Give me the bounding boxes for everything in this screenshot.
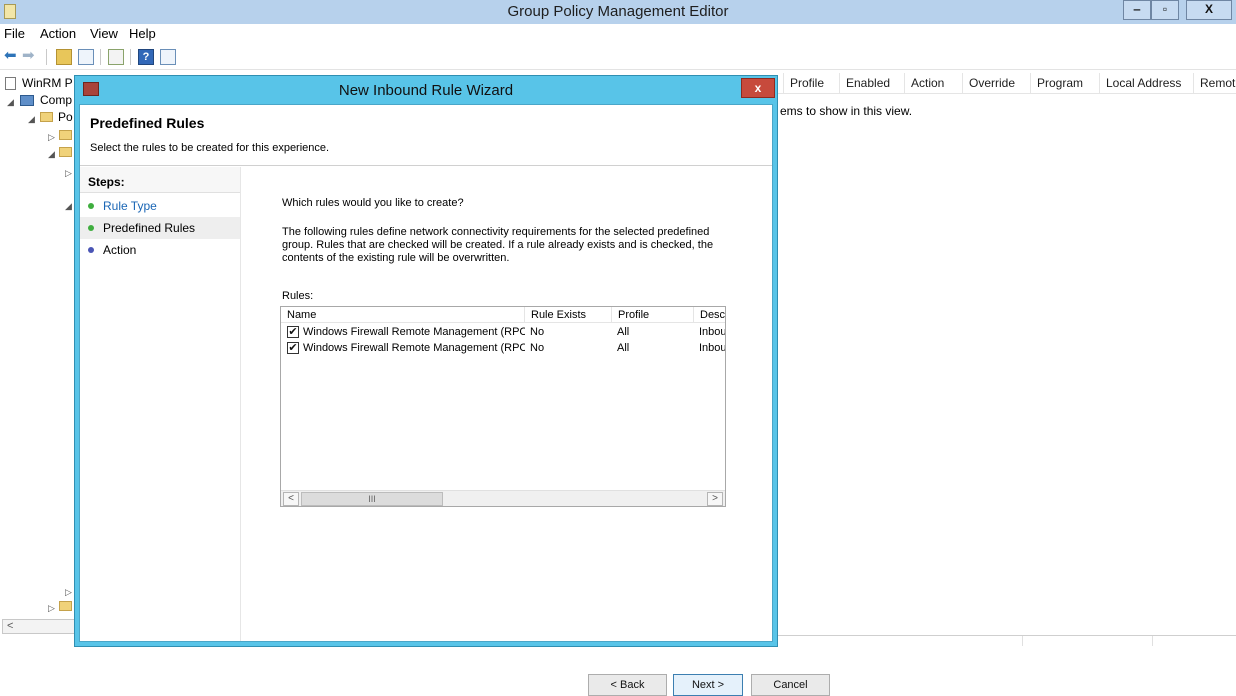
- scroll-right-arrow-icon[interactable]: >: [707, 492, 723, 506]
- minimize-button[interactable]: ‒: [1123, 0, 1151, 20]
- rules-column-description[interactable]: Desc: [693, 307, 725, 323]
- toolbar: ⬅ ➡ ?: [0, 44, 1236, 70]
- folder-icon: [59, 130, 72, 140]
- step-label: Predefined Rules: [103, 221, 196, 235]
- rule-checkbox[interactable]: ✔: [287, 342, 299, 354]
- maximize-button[interactable]: ▫: [1151, 0, 1179, 20]
- policy-document-icon: [5, 77, 16, 90]
- column-action[interactable]: Action: [904, 73, 964, 94]
- empty-list-message: ems to show in this view.: [780, 104, 913, 118]
- step-predefined-rules: Predefined Rules: [80, 217, 240, 239]
- status-bar-segment: [1022, 636, 1023, 646]
- main-titlebar: Group Policy Management Editor ‒ ▫ X: [0, 0, 1236, 24]
- step-rule-type[interactable]: Rule Type: [80, 195, 240, 217]
- step-action: Action: [80, 239, 240, 261]
- collapsed-triangle-icon[interactable]: ▷: [65, 587, 72, 598]
- menu-file[interactable]: File: [4, 26, 25, 41]
- menu-bar: File Action View Help: [0, 24, 1236, 44]
- scroll-left-arrow-icon[interactable]: <: [283, 492, 299, 506]
- expanded-triangle-icon[interactable]: ◢: [48, 149, 55, 160]
- collapsed-triangle-icon[interactable]: ▷: [65, 168, 72, 179]
- steps-title: Steps:: [80, 167, 240, 193]
- status-bar-divider: [778, 635, 1236, 636]
- step-pending-dot-icon: [88, 247, 94, 253]
- computer-config-icon: [20, 95, 34, 106]
- collapsed-triangle-icon[interactable]: ▷: [48, 132, 55, 143]
- toolbar-separator: [100, 49, 101, 65]
- rules-list-header: Name Rule Exists Profile Desc: [281, 307, 725, 323]
- folder-icon: [59, 601, 72, 611]
- toolbar-separator: [130, 49, 131, 65]
- rules-label: Rules:: [282, 290, 314, 302]
- rule-description: Inbou: [699, 342, 725, 354]
- column-enabled[interactable]: Enabled: [839, 73, 904, 94]
- back-arrow-icon[interactable]: ⬅: [4, 48, 18, 65]
- rule-row[interactable]: ✔ Windows Firewall Remote Management (RP…: [281, 324, 725, 340]
- column-override[interactable]: Override: [962, 73, 1030, 94]
- new-inbound-rule-wizard: New Inbound Rule Wizard x Predefined Rul…: [74, 75, 830, 696]
- list-column-headers: Profile Enabled Action Override Program …: [778, 73, 1236, 94]
- rule-profile: All: [617, 326, 630, 338]
- wizard-content: Which rules would you like to create? Th…: [242, 167, 830, 696]
- tree-item-computer[interactable]: Comp: [40, 93, 72, 107]
- rules-horizontal-scrollbar[interactable]: < III >: [281, 490, 725, 506]
- rule-exists: No: [530, 326, 545, 338]
- step-complete-dot-icon: [88, 203, 94, 209]
- menu-view[interactable]: View: [90, 26, 118, 41]
- column-remote[interactable]: Remot: [1193, 73, 1236, 94]
- tree-item-policies[interactable]: Po: [58, 110, 73, 124]
- expanded-triangle-icon[interactable]: ◢: [28, 114, 35, 125]
- wizard-header: Predefined Rules Select the rules to be …: [80, 105, 772, 166]
- show-hide-tree-icon[interactable]: [78, 49, 94, 65]
- wizard-title: New Inbound Rule Wizard: [338, 82, 514, 99]
- scrollbar-thumb[interactable]: III: [301, 492, 443, 506]
- step-label: Rule Type: [103, 199, 157, 213]
- wizard-heading: Predefined Rules: [90, 115, 205, 131]
- rule-name: Windows Firewall Remote Management (RPC): [303, 342, 525, 354]
- expanded-triangle-icon[interactable]: ◢: [7, 97, 14, 108]
- cancel-button[interactable]: Cancel: [751, 674, 830, 696]
- folder-icon: [40, 112, 53, 122]
- properties-view-icon[interactable]: [160, 49, 176, 65]
- step-label: Action: [103, 243, 137, 257]
- export-list-icon[interactable]: [108, 49, 124, 65]
- wizard-body: Predefined Rules Select the rules to be …: [79, 104, 830, 696]
- help-icon[interactable]: ?: [138, 49, 154, 65]
- wizard-close-button[interactable]: x: [741, 78, 775, 98]
- next-button[interactable]: Next >: [673, 674, 743, 696]
- window-title: Group Policy Management Editor: [507, 3, 729, 20]
- scroll-left-arrow-icon[interactable]: <: [7, 620, 13, 632]
- column-program[interactable]: Program: [1030, 73, 1099, 94]
- rule-description: Inbou: [699, 326, 725, 338]
- collapsed-triangle-icon[interactable]: ▷: [48, 603, 55, 614]
- close-button[interactable]: X: [1186, 0, 1232, 20]
- rules-column-profile[interactable]: Profile: [611, 307, 693, 323]
- rule-profile: All: [617, 342, 630, 354]
- rules-column-rule-exists[interactable]: Rule Exists: [524, 307, 611, 323]
- rule-checkbox[interactable]: ✔: [287, 326, 299, 338]
- rule-row[interactable]: ✔ Windows Firewall Remote Management (RP…: [281, 340, 725, 356]
- step-current-dot-icon: [88, 225, 94, 231]
- rules-question: Which rules would you like to create?: [282, 197, 464, 209]
- up-folder-icon[interactable]: [56, 49, 72, 65]
- folder-icon: [59, 147, 72, 157]
- menu-help[interactable]: Help: [129, 26, 156, 41]
- rules-description: The following rules define network conne…: [282, 226, 714, 264]
- rules-column-name[interactable]: Name: [281, 307, 519, 323]
- status-bar-segment: [1152, 636, 1153, 646]
- rules-list[interactable]: Name Rule Exists Profile Desc ✔ Windows …: [280, 306, 726, 507]
- forward-arrow-icon[interactable]: ➡: [22, 48, 36, 65]
- wizard-titlebar[interactable]: New Inbound Rule Wizard x: [75, 76, 777, 104]
- toolbar-separator: [46, 49, 47, 65]
- rule-name: Windows Firewall Remote Management (RPC.…: [303, 326, 525, 338]
- menu-action[interactable]: Action: [40, 26, 76, 41]
- wizard-subheading: Select the rules to be created for this …: [90, 142, 330, 154]
- rule-exists: No: [530, 342, 545, 354]
- steps-pane: Steps: Rule Type Predefined Rules Action: [80, 167, 241, 641]
- tree-item-root[interactable]: WinRM P: [22, 76, 73, 90]
- back-button[interactable]: < Back: [588, 674, 667, 696]
- expanded-triangle-icon[interactable]: ◢: [65, 201, 72, 212]
- column-profile[interactable]: Profile: [783, 73, 835, 94]
- column-local-address[interactable]: Local Address: [1099, 73, 1193, 94]
